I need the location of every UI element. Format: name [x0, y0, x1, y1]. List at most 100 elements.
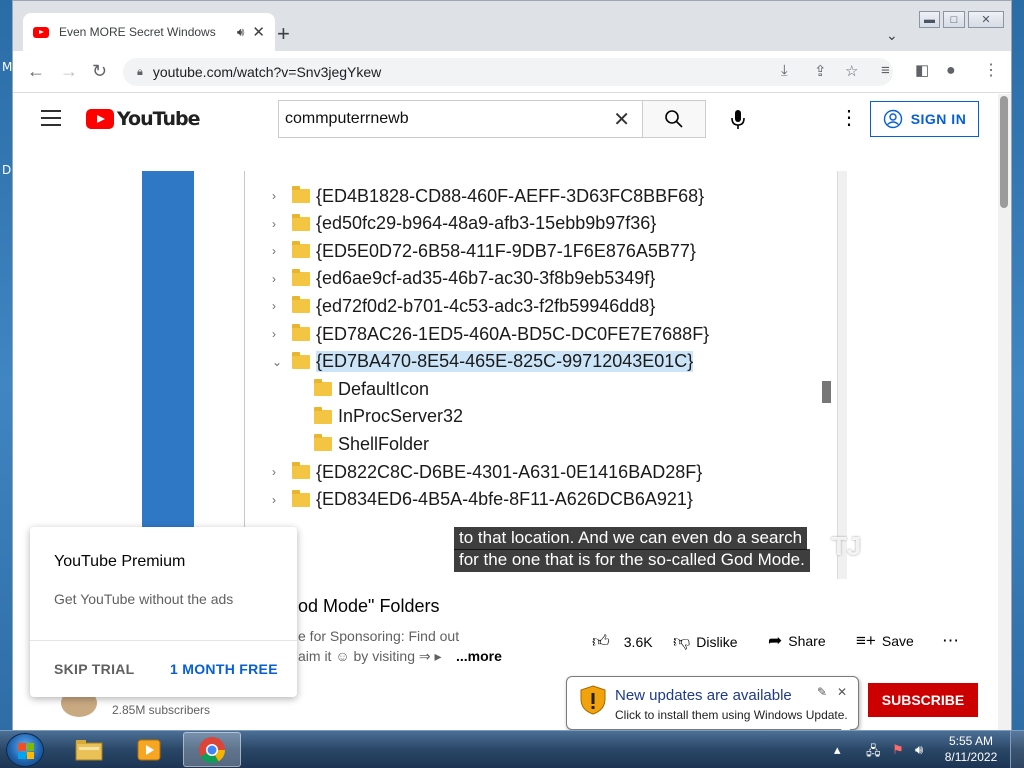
forward-icon[interactable]: → [60, 61, 78, 81]
youtube-favicon-icon [33, 26, 49, 38]
tab-search-button[interactable]: ⌄ [886, 27, 898, 44]
back-icon[interactable]: ← [27, 61, 45, 81]
registry-key-row: DefaultIcon [294, 376, 429, 402]
share-label: Share [788, 633, 826, 649]
clock-date: 8/11/2022 [944, 750, 998, 764]
clear-search-icon[interactable]: ✕ [613, 107, 630, 132]
desktop-icon-label: D [2, 163, 12, 177]
youtube-header: YouTube commputerrnewb ✕ ⋮ SIGN IN [13, 94, 998, 146]
registry-key-label: {ED7BA470-8E54-465E-825C-99712043E01C} [316, 351, 694, 373]
browser-toolbar: ← → ↻ 🔒︎ youtube.com/watch?v=Snv3jegYkew… [13, 51, 1011, 93]
url-text[interactable]: youtube.com/watch?v=Snv3jegYkew [153, 64, 381, 80]
folder-icon [292, 489, 310, 507]
like-button[interactable]: 👍︎ 3.6K [592, 631, 653, 652]
video-watermark: TJ [831, 531, 862, 561]
desktop-icon-label: M [2, 60, 13, 74]
registry-key-label: {ed6ae9cf-ad35-46b7-ac30-3f8b9eb5349f} [316, 268, 656, 289]
side-panel-icon[interactable]: ◧ [915, 61, 929, 81]
new-tab-button[interactable]: + [277, 23, 290, 45]
hamburger-menu-icon[interactable] [41, 110, 61, 131]
chrome-icon [199, 736, 226, 763]
reading-list-icon[interactable]: ≡ [881, 61, 890, 81]
thumbs-up-icon: 👍︎ [592, 632, 610, 651]
registry-key-row: › {ED822C8C-D6BE-4301-A631-0E1416BAD28F} [272, 459, 702, 485]
folder-icon [314, 434, 332, 452]
like-count: 3.6K [623, 633, 653, 650]
more-actions-icon[interactable]: ⋯ [942, 631, 959, 651]
chevron-right-icon: › [272, 216, 276, 231]
caption-line: for the one that is for the so-called Go… [454, 549, 810, 572]
chrome-menu-icon[interactable]: ⋮ [983, 61, 999, 81]
subscribe-button[interactable]: SUBSCRIBE [868, 683, 978, 717]
search-input[interactable]: commputerrnewb ✕ [278, 100, 642, 138]
reload-icon[interactable]: ↻ [92, 61, 107, 81]
volume-icon[interactable]: 🔊︎ [915, 742, 923, 758]
registry-key-row: › {ed72f0d2-b701-4c53-adc3-f2fb59946dd8} [272, 293, 655, 319]
youtube-logo[interactable]: YouTube [86, 108, 200, 130]
registry-key-label: ShellFolder [338, 433, 430, 454]
start-button[interactable] [6, 733, 44, 767]
registry-key-row: › {ED78AC26-1ED5-460A-BD5C-DC0FE7E7688F} [272, 321, 709, 347]
maximize-button[interactable]: □ [943, 11, 965, 28]
lock-icon[interactable]: 🔒︎ [137, 66, 143, 79]
playlist-add-icon: ≡+ [856, 631, 876, 650]
address-bar[interactable]: 🔒︎ youtube.com/watch?v=Snv3jegYkew ⤓ ⇪ ☆ [123, 58, 893, 86]
registry-key-row: ShellFolder [294, 431, 429, 457]
more-link[interactable]: ...more [456, 648, 502, 664]
close-notification-icon[interactable]: ✕ [837, 685, 847, 699]
search-button[interactable] [642, 100, 706, 138]
registry-key-label: {ED822C8C-D6BE-4301-A631-0E1416BAD28F} [316, 461, 703, 482]
one-month-free-button[interactable]: 1 MONTH FREE [170, 661, 278, 677]
show-hidden-icons[interactable]: ▴ [834, 742, 841, 758]
registry-key-row: › {ED834ED6-4B5A-4bfe-8F11-A626DCB6A921} [272, 487, 693, 513]
registry-scrollbar [837, 171, 847, 579]
video-player[interactable]: › {ED4B1828-CD88-460F-AEFF-3D63FC8BBF68} ›… [142, 171, 866, 579]
registry-scrollbar-thumb [822, 381, 831, 403]
folder-icon [292, 324, 310, 341]
page-scrollbar-thumb[interactable] [1000, 96, 1008, 208]
minimize-button[interactable]: ▬ [919, 11, 940, 28]
tab-title: Even MORE Secret Windows [59, 25, 216, 39]
show-desktop-button[interactable] [1010, 731, 1024, 768]
share-icon[interactable]: ⇪ [814, 62, 827, 80]
youtube-play-icon [86, 109, 114, 129]
microphone-icon[interactable] [725, 106, 751, 132]
speaker-icon[interactable]: 🔊︎ [237, 25, 245, 40]
taskbar-media-player[interactable] [120, 732, 178, 767]
taskbar-explorer[interactable] [60, 732, 118, 767]
network-icon[interactable]: 🖧︎ [866, 742, 881, 764]
share-button[interactable]: ➦ Share [768, 631, 826, 651]
chevron-right-icon: › [272, 299, 276, 314]
search-query[interactable]: commputerrnewb [285, 110, 613, 128]
close-tab-icon[interactable]: ✕ [252, 23, 265, 41]
taskbar-chrome[interactable] [183, 732, 241, 767]
tab-strip: Even MORE Secret Windows 🔊︎ ✕ + ⌄ ▬ □ ✕ [13, 1, 1011, 51]
browser-tab[interactable]: Even MORE Secret Windows 🔊︎ ✕ [23, 13, 275, 51]
video-left-panel [142, 171, 194, 579]
save-button[interactable]: ≡+ Save [856, 631, 914, 651]
media-player-icon [137, 739, 161, 760]
profile-icon[interactable]: ● [946, 61, 956, 81]
install-icon[interactable]: ⤓ [781, 62, 788, 79]
registry-key-label: {ed50fc29-b964-48a9-afb3-15ebb9b97f36} [316, 213, 657, 234]
folder-icon [314, 406, 332, 424]
chevron-right-icon: › [272, 271, 276, 286]
skip-trial-button[interactable]: SKIP TRIAL [54, 661, 135, 677]
bookmark-star-icon[interactable]: ☆ [845, 62, 858, 80]
video-description-line: aim it ☺ by visiting ⇒ ▸ [298, 648, 442, 664]
folder-icon [292, 186, 310, 203]
sign-in-button[interactable]: SIGN IN [870, 101, 979, 137]
search-icon [665, 110, 683, 128]
system-clock[interactable]: 5:55 AM 8/11/2022 [942, 733, 1000, 765]
settings-menu-icon[interactable]: ⋮ [839, 108, 859, 128]
folder-icon [292, 351, 310, 369]
action-center-icon[interactable]: ⚑ [892, 742, 904, 758]
update-notification[interactable]: New updates are available Click to insta… [566, 676, 859, 730]
video-description-line: e for Sponsoring: Find out [298, 628, 460, 644]
premium-title: YouTube Premium [54, 553, 186, 570]
folder-icon [75, 739, 103, 760]
clock-time: 5:55 AM [948, 734, 994, 748]
options-icon[interactable]: ✎ [817, 685, 827, 699]
window-close-button[interactable]: ✕ [968, 11, 1004, 28]
dislike-button[interactable]: 👎︎ Dislike [673, 631, 738, 652]
